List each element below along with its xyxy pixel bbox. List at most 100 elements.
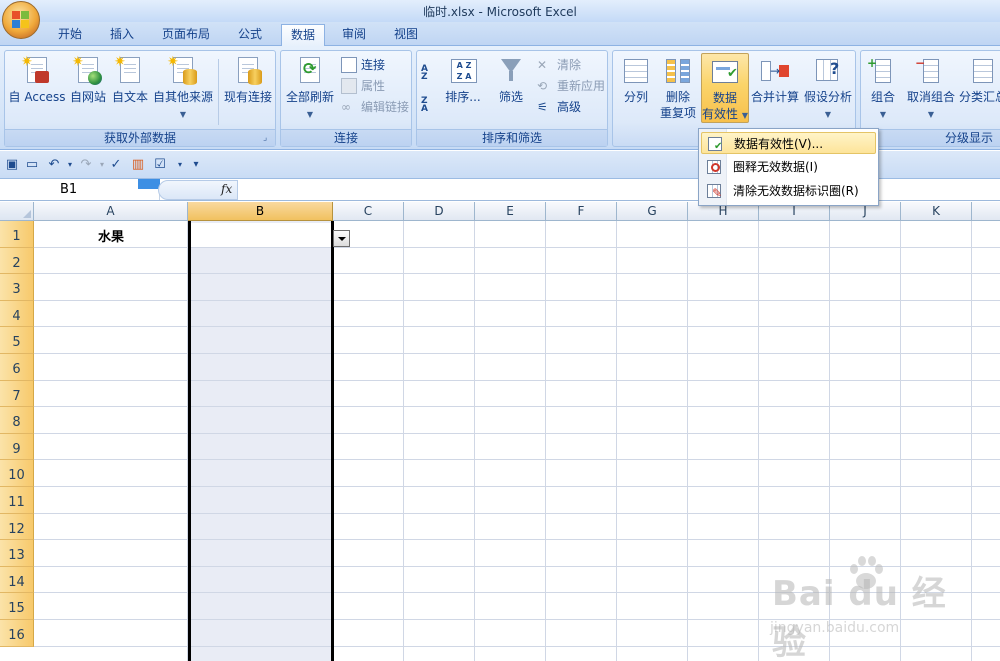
row-header-16[interactable]: 16 [0,620,34,647]
remove-duplicates-button[interactable]: 删除 重复项 [657,55,699,121]
menu-item-data-validation[interactable]: ✔ 数据有效性(V)... [701,132,876,154]
row-header-11[interactable]: 11 [0,487,34,514]
dropdown-caret-icon: ▼ [824,110,832,119]
edit-links-button[interactable]: ∞ 编辑链接 [339,97,409,117]
menu-item-clear-circles-label: 清除无效数据标识圈(R) [733,184,859,198]
row-header-14[interactable]: 14 [0,566,34,594]
tab-data[interactable]: 数据 [281,24,325,47]
cell-a1[interactable]: 水果 [34,226,188,245]
sort-label: 排序... [445,90,481,104]
sort-ascending-button[interactable]: AZ [419,63,443,83]
insert-function-icon[interactable]: fx [221,182,232,196]
row-header-8[interactable]: 8 [0,407,34,434]
row-header-13[interactable]: 13 [0,540,34,567]
tab-view[interactable]: 视图 [384,24,428,46]
menu-item-circle-invalid[interactable]: 圈释无效数据(I) [701,156,876,178]
group-external-data: ✷ 自 Access ✷ 自网站 ✷ 自文本 ✷ 自其他来源 ▼ 现有连接 获取外… [4,50,276,147]
what-if-analysis-label: 假设分析 [803,90,852,104]
save-icon[interactable]: ▣ [4,157,20,173]
reapply-button[interactable]: ⟲ 重新应用 [535,76,605,96]
from-text-label: 自文本 [111,90,148,104]
row-header-15[interactable]: 15 [0,593,34,620]
column-header-k[interactable]: K [901,202,972,221]
filter-label: 筛选 [498,90,523,104]
tab-formulas[interactable]: 公式 [226,24,274,46]
name-box-selection-highlight [138,179,160,189]
consolidate-button[interactable]: → 合并计算 [749,55,801,105]
checklist-icon[interactable]: ☑ [152,157,168,173]
customize-toolbar-icon[interactable]: ▾ [188,157,204,173]
filter-button[interactable]: 筛选 [491,55,531,105]
sort-descending-button[interactable]: ZA [419,95,443,115]
column-header-e[interactable]: E [475,202,546,221]
data-validation-button[interactable]: ✔ 数据 有效性 ▼ [701,53,749,123]
validation-dropdown-arrow-icon[interactable] [333,230,350,247]
properties-button[interactable]: 属性 [339,76,385,96]
row-header-9[interactable]: 9 [0,433,34,461]
row-header-5[interactable]: 5 [0,327,34,354]
row-header-7[interactable]: 7 [0,380,34,408]
gridline-vertical [403,221,404,661]
row-header-2[interactable]: 2 [0,247,34,275]
from-web-button[interactable]: ✷ 自网站 [67,55,109,105]
name-box[interactable]: B1 [0,180,160,200]
subtotal-button[interactable]: 分类汇总 [957,55,1000,105]
what-if-analysis-button[interactable]: ? 假设分析 ▼ [801,55,855,123]
advanced-filter-label: 高级 [557,100,582,114]
redo-icon[interactable]: ↷ [78,157,94,173]
chart-icon[interactable]: ▥ [130,157,146,173]
column-header-f[interactable]: F [546,202,617,221]
gridline-horizontal [34,432,1000,434]
existing-connections-icon [232,55,264,87]
tab-page-layout[interactable]: 页面布局 [152,24,220,46]
checklist-dropdown-icon[interactable]: ▾ [172,157,188,173]
gridline-vertical [474,221,475,661]
group-rows-button[interactable]: + 组合 ▼ [863,55,903,123]
dialog-launcher-icon[interactable]: ⌟ [263,133,273,143]
tab-review[interactable]: 审阅 [332,24,376,46]
spellcheck-icon[interactable]: ✓ [108,157,124,173]
data-validation-icon: ✔ [709,56,741,88]
consolidate-icon: → [759,55,791,87]
sort-button[interactable]: A ZZ A 排序... [443,55,483,105]
subtotal-label: 分类汇总 [958,90,1000,104]
column-header-a[interactable]: A [34,202,188,221]
ungroup-button[interactable]: − 取消组合 ▼ [905,55,957,123]
data-validation-menu: ✔ 数据有效性(V)... 圈释无效数据(I) ✎ 清除无效数据标识圈(R) [698,128,879,206]
from-text-button[interactable]: ✷ 自文本 [109,55,151,105]
select-all-corner[interactable] [0,202,34,221]
tab-home[interactable]: 开始 [48,24,92,46]
column-header-g[interactable]: G [617,202,688,221]
refresh-all-button[interactable]: ⟳ 全部刷新 ▼ [283,55,337,123]
web-icon: ✷ [72,55,104,87]
existing-connections-button[interactable]: 现有连接 [221,55,275,105]
advanced-filter-button[interactable]: ⚟ 高级 [535,97,581,117]
column-header-c[interactable]: C [333,202,404,221]
group-rows-label: 组合 [870,90,895,104]
column-header-overflow [972,202,1000,221]
row-header-6[interactable]: 6 [0,354,34,381]
reapply-icon: ⟲ [537,79,548,93]
text-file-icon: ✷ [114,55,146,87]
text-to-columns-button[interactable]: 分列 [615,55,657,105]
menu-item-clear-circles[interactable]: ✎ 清除无效数据标识圈(R) [701,180,876,202]
gridline-horizontal [34,486,1000,487]
data-validation-label-1: 数据 [712,91,737,105]
tab-insert[interactable]: 插入 [100,24,144,46]
row-header-3[interactable]: 3 [0,274,34,301]
new-document-icon[interactable]: ▭ [24,157,40,173]
row-header-1[interactable]: 1 [0,221,34,248]
column-header-d[interactable]: D [404,202,475,221]
row-header-12[interactable]: 12 [0,513,34,541]
office-button[interactable] [2,1,40,39]
row-header-10[interactable]: 10 [0,460,34,487]
from-other-sources-button[interactable]: ✷ 自其他来源 ▼ [151,55,215,123]
connections-button[interactable]: 连接 [339,55,385,75]
formula-input[interactable] [240,180,1000,200]
from-access-button[interactable]: ✷ 自 Access [7,55,67,105]
undo-dropdown-icon[interactable]: ▾ [62,157,78,173]
column-header-b[interactable]: B [188,202,333,221]
row-header-4[interactable]: 4 [0,300,34,328]
undo-icon[interactable]: ↶ [46,157,62,173]
clear-filter-button[interactable]: ✕ 清除 [535,55,581,75]
